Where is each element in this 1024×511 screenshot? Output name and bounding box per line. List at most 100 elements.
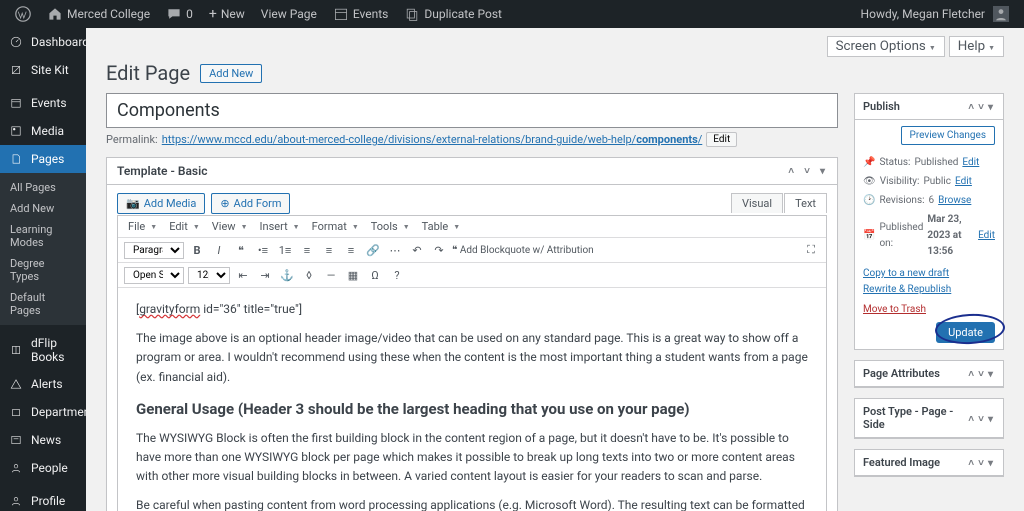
news-icon <box>8 432 24 448</box>
screen-options-btn[interactable]: Screen Options <box>827 36 945 57</box>
copy-draft-link[interactable]: Copy to a new draft <box>863 268 949 279</box>
calendar-icon: 📅 <box>863 228 875 244</box>
sidebar-sub-all-pages[interactable]: All Pages <box>0 177 86 198</box>
sidebar-sub-degree-types[interactable]: Degree Types <box>0 253 86 287</box>
help-button[interactable]: ? <box>388 266 406 284</box>
help-btn[interactable]: Help <box>949 36 1004 57</box>
blockquote-button[interactable]: ❝ <box>232 241 250 259</box>
align-right-button[interactable]: ≡ <box>342 241 360 259</box>
add-new-button[interactable]: Add New <box>200 64 262 83</box>
pin-icon: 📌 <box>863 155 875 171</box>
editor-toolbar-1: Paragraph B I ❝ •≡ 1≡ ≡ ≡ ≡ 🔗 ⋯ ↶ <box>118 238 826 263</box>
metabox-up[interactable]: ˄ <box>966 102 976 113</box>
sidebar-item-pages[interactable]: Pages <box>0 145 86 173</box>
menubar-view[interactable]: View <box>208 218 252 235</box>
view-page[interactable]: View Page <box>254 0 324 28</box>
sidebar-item-people[interactable]: People <box>0 454 86 482</box>
menubar-tools[interactable]: Tools <box>367 218 414 235</box>
more-button[interactable]: ⋯ <box>386 241 404 259</box>
admin-bar: Merced College 0 +New View Page Events D… <box>0 0 1024 28</box>
table-button[interactable]: ▦ <box>344 266 362 284</box>
calendar-icon <box>8 95 24 111</box>
date-edit-link[interactable]: Edit <box>978 228 995 244</box>
italic-button[interactable]: I <box>210 241 228 259</box>
sidebar-item-dashboard[interactable]: Dashboard <box>0 28 86 56</box>
browse-revisions-link[interactable]: Browse <box>938 193 971 209</box>
font-select[interactable]: Open Sans <box>124 267 184 284</box>
pages-icon <box>8 151 24 167</box>
special-char-button[interactable]: Ω <box>366 266 384 284</box>
sidebar-sub-learning-modes[interactable]: Learning Modes <box>0 219 86 253</box>
fontsize-select[interactable]: 12pt <box>188 267 230 284</box>
permalink-edit-button[interactable]: Edit <box>706 132 737 147</box>
sidebar-sub-add-new[interactable]: Add New <box>0 198 86 219</box>
sidebar-item-alerts[interactable]: Alerts <box>0 370 86 398</box>
indent-button[interactable]: ⇥ <box>256 266 274 284</box>
template-title: Template - Basic <box>117 164 207 178</box>
preview-changes-button[interactable]: Preview Changes <box>901 126 995 145</box>
bullet-list-button[interactable]: •≡ <box>254 241 272 259</box>
menubar-insert[interactable]: Insert <box>256 218 304 235</box>
visual-tab[interactable]: Visual <box>731 193 783 213</box>
post-title-input[interactable] <box>106 93 838 128</box>
hr-button[interactable]: — <box>322 266 340 284</box>
dashboard-icon <box>8 34 24 50</box>
sidebar-item-news[interactable]: News <box>0 426 86 454</box>
duplicate-post[interactable]: Duplicate Post <box>397 0 509 28</box>
blockquote-attr-button[interactable]: ❝ Add Blockquote w/ Attribution <box>452 245 594 256</box>
sidebar-item-media[interactable]: Media <box>0 117 86 145</box>
featured-image-metabox: Featured Image ˄˅▾ <box>854 449 1004 477</box>
add-form-button[interactable]: ⊕Add Form <box>211 193 290 214</box>
menubar-format[interactable]: Format <box>308 218 363 235</box>
code-button[interactable]: ◊ <box>300 266 318 284</box>
link-button[interactable]: 🔗 <box>364 241 382 259</box>
wp-logo[interactable] <box>8 0 38 28</box>
admin-sidebar: DashboardSite Kit EventsMediaPages All P… <box>0 28 86 511</box>
add-media-button[interactable]: 📷Add Media <box>117 193 205 214</box>
editor-body[interactable]: [gravityform id="36" title="true"] The i… <box>118 288 826 511</box>
bold-button[interactable]: B <box>188 241 206 259</box>
status-edit-link[interactable]: Edit <box>962 155 979 171</box>
sidebar-item-departments[interactable]: Departments <box>0 398 86 426</box>
sidebar-sub-default-pages[interactable]: Default Pages <box>0 287 86 321</box>
format-select[interactable]: Paragraph <box>124 242 184 259</box>
number-list-button[interactable]: 1≡ <box>276 241 294 259</box>
align-left-button[interactable]: ≡ <box>298 241 316 259</box>
metabox-toggle[interactable]: ▾ <box>986 102 995 113</box>
outdent-button[interactable]: ⇤ <box>234 266 252 284</box>
move-to-trash-link[interactable]: Move to Trash <box>863 302 926 318</box>
redo-button[interactable]: ↷ <box>430 241 448 259</box>
rewrite-link[interactable]: Rewrite & Republish <box>863 284 951 295</box>
metabox-down[interactable]: ˅ <box>802 166 812 177</box>
profile-icon <box>8 493 24 509</box>
menubar-edit[interactable]: Edit <box>165 218 204 235</box>
align-center-button[interactable]: ≡ <box>320 241 338 259</box>
visibility-edit-link[interactable]: Edit <box>955 174 972 190</box>
site-home[interactable]: Merced College <box>40 0 157 28</box>
sidebar-item-events[interactable]: Events <box>0 89 86 117</box>
plus-icon: ⊕ <box>220 197 229 210</box>
menubar-file[interactable]: File <box>124 218 161 235</box>
spellcheck-word: gravityform <box>139 302 200 316</box>
permalink-url[interactable]: https://www.mccd.edu/about-merced-colleg… <box>162 133 703 146</box>
undo-button[interactable]: ↶ <box>408 241 426 259</box>
text-tab[interactable]: Text <box>784 193 827 213</box>
metabox-up[interactable]: ˄ <box>786 166 796 177</box>
page-title: Edit Page <box>106 61 190 85</box>
fullscreen-button[interactable]: ⛶ <box>802 241 820 259</box>
anchor-button[interactable]: ⚓ <box>278 266 296 284</box>
sidebar-item-site-kit[interactable]: Site Kit <box>0 56 86 84</box>
menubar-table[interactable]: Table <box>418 218 465 235</box>
howdy-user[interactable]: Howdy, Megan Fletcher <box>854 0 1016 28</box>
new-content[interactable]: +New <box>202 0 252 28</box>
sidebar-item-dflip-books[interactable]: dFlip Books <box>0 330 86 370</box>
events-bar[interactable]: Events <box>326 0 396 28</box>
update-button[interactable]: Update <box>936 322 995 343</box>
metabox-down[interactable]: ˅ <box>976 102 986 113</box>
eye-icon: 👁 <box>863 174 876 190</box>
comments[interactable]: 0 <box>159 0 200 28</box>
sidebar-item-profile[interactable]: Profile <box>0 487 86 511</box>
dept-icon <box>8 404 24 420</box>
metabox-toggle[interactable]: ▾ <box>818 166 827 177</box>
alert-icon <box>8 376 24 392</box>
